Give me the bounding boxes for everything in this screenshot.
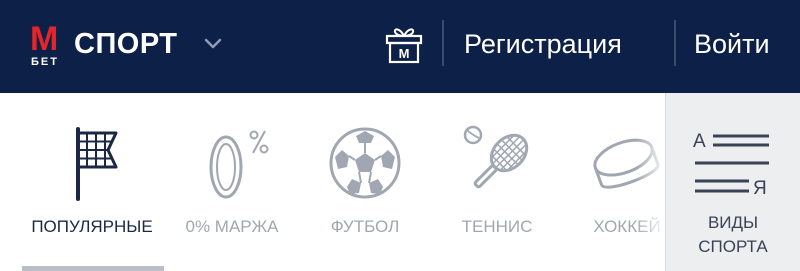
zero-percent-icon [209,130,269,199]
sport-tab-label: 0% МАРЖА [185,217,279,236]
sport-tab-football[interactable]: ФУТБОЛ [305,93,425,271]
logo-sub: БЕТ [31,56,59,68]
gift-icon: M [385,28,423,64]
logo-name: СПОРТ [74,28,178,60]
active-tab-indicator [22,266,164,271]
flag-icon [76,127,118,201]
gift-bonus-button[interactable]: M [383,24,425,66]
scroll-fade [636,93,666,271]
sport-tab-tennis[interactable]: ТЕННИС [437,93,557,271]
list-letter-bottom: Я [753,178,767,197]
top-header: M БЕТ СПОРТ M Регистрация Войти [0,0,800,93]
gift-letter: M [399,46,410,61]
header-divider [442,20,444,66]
sport-tab-label: ПОПУЛЯРНЫЕ [31,217,153,236]
all-sports-label-line1: ВИДЫ [707,213,759,232]
sports-category-bar: ПОПУЛЯРНЫЕ 0% МАРЖА ФУТБОЛ ТЕННИС ХОККЕЙ… [0,93,800,271]
tennis-racket-icon [463,125,529,189]
sport-tab-zero-margin[interactable]: 0% МАРЖА [172,93,292,271]
register-button[interactable]: Регистрация [464,28,622,60]
sport-tab-label: ТЕННИС [461,217,533,236]
list-letter-top: А [693,131,706,152]
login-button[interactable]: Войти [694,28,770,60]
all-sports-label: ВИДЫ СПОРТА [666,211,800,259]
all-sports-button[interactable]: А Я ВИДЫ СПОРТА [665,93,800,271]
alphabetical-list-icon: А Я [693,131,769,197]
chevron-down-icon[interactable] [202,32,224,54]
soccer-ball-icon [329,127,401,199]
sport-tab-popular[interactable]: ПОПУЛЯРНЫЕ [12,93,172,271]
logo-mark: M [30,20,58,58]
mbet-sport-logo[interactable]: M БЕТ СПОРТ [30,22,230,72]
header-divider [674,20,676,66]
all-sports-label-line2: СПОРТА [698,237,768,256]
sport-tab-label: ФУТБОЛ [330,217,400,236]
